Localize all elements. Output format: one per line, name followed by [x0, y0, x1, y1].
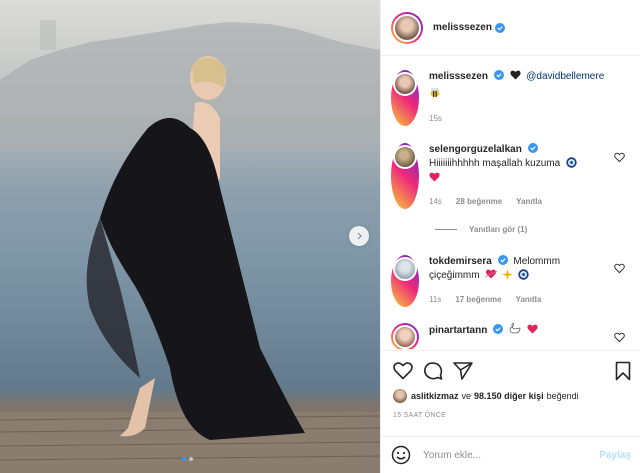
carousel-dot-active: [182, 457, 186, 461]
emoji-smiley-icon[interactable]: [391, 445, 411, 465]
comment-time: 11s: [429, 295, 442, 304]
comment-username[interactable]: pinartartann: [429, 325, 487, 336]
caption: melisssezen @davidbellemere 15s: [391, 70, 604, 126]
comment-like-heart-icon[interactable]: [614, 332, 625, 343]
heart-arrow-emoji-icon: [485, 269, 498, 279]
share-button[interactable]: [451, 359, 475, 383]
heart-icon: [393, 362, 413, 380]
post-comment-button[interactable]: Paylaş: [599, 450, 631, 461]
add-comment-bar: Yorum ekle... Paylaş: [381, 436, 640, 473]
like-button[interactable]: [391, 359, 415, 383]
comments-list[interactable]: melisssezen @davidbellemere 15s selengor…: [381, 57, 640, 349]
likes-suffix: beğendi: [546, 391, 579, 401]
comment-button[interactable]: [421, 359, 445, 383]
carousel-next-button[interactable]: [349, 226, 369, 246]
bookmark-icon: [615, 361, 631, 381]
save-button[interactable]: [611, 359, 635, 383]
comment-time: 14s: [429, 197, 442, 206]
comment-item: tokdemirsera Melommm çiçeğimmm 11s 17 be…: [391, 255, 560, 307]
caption-avatar[interactable]: [391, 70, 419, 126]
woman-in-black-dress: [86, 56, 305, 440]
author-avatar[interactable]: [391, 11, 423, 44]
likes-count[interactable]: 98.150 diğer kişi: [474, 391, 544, 401]
chevron-right-icon: [357, 232, 362, 240]
caption-username[interactable]: melisssezen: [429, 71, 488, 82]
liker-username[interactable]: aslitkizmaz: [411, 391, 459, 401]
paper-plane-icon: [453, 362, 473, 380]
author-username[interactable]: melisssezen: [433, 22, 492, 33]
reply-button[interactable]: Yanıtla: [516, 195, 542, 209]
comment-like-heart-icon[interactable]: [614, 263, 625, 274]
comment-input[interactable]: Yorum ekle...: [423, 450, 599, 461]
comment-avatar[interactable]: [391, 255, 419, 307]
liker-avatar[interactable]: [393, 389, 407, 403]
comment-avatar[interactable]: [391, 143, 419, 209]
sparkle-emoji-icon: [502, 269, 514, 280]
replies-divider: [435, 229, 457, 230]
swan-emoji-icon: [509, 323, 521, 334]
comment-username[interactable]: selengorguzelalkan: [429, 144, 522, 155]
view-replies-label: Yanıtları gör (1): [469, 225, 528, 234]
post-actions: aslitkizmaz ve 98.150 diğer kişi beğendi…: [381, 350, 640, 436]
nazar-emoji-icon: [566, 157, 577, 168]
comment-likes-count[interactable]: 28 beğenme: [456, 195, 502, 209]
reply-button[interactable]: Yanıtla: [516, 293, 542, 307]
post-timestamp[interactable]: 15 SAAT ÖNCE: [393, 412, 446, 419]
post-header: melisssezen: [381, 0, 640, 56]
comment-item: selengorguzelalkan Hiiiiiiihhhhh maşalla…: [391, 143, 577, 209]
red-heart-emoji-icon: [527, 324, 538, 334]
comment-item: pinartartann: [391, 323, 538, 349]
verified-icon: [493, 70, 504, 80]
black-heart-emoji-icon: [509, 70, 521, 80]
nazar-emoji-icon: [518, 269, 529, 280]
caption-mention[interactable]: @davidbellemere: [526, 71, 604, 82]
verified-icon: [497, 255, 508, 265]
verified-icon: [493, 324, 504, 334]
comment-bubble-icon: [424, 362, 443, 380]
likes-joiner: ve: [461, 391, 472, 401]
post-side-panel: melisssezen melisssezen @davidbellemere: [380, 0, 640, 473]
verified-icon: [494, 22, 505, 33]
comment-text: Melommm: [513, 256, 561, 267]
carousel-dot: [189, 457, 193, 461]
carousel-dots: [182, 457, 193, 461]
comment-text-line2: çiçeğimmm: [429, 270, 480, 281]
red-heart-emoji-icon: [429, 172, 577, 187]
caption-time: 15s: [429, 114, 442, 123]
comment-text: Hiiiiiiihhhhh maşallah kuzuma: [429, 158, 561, 169]
bee-emoji-icon: [429, 87, 604, 103]
comment-username[interactable]: tokdemirsera: [429, 256, 492, 267]
comment-like-heart-icon[interactable]: [614, 152, 625, 163]
verified-icon: [527, 143, 538, 153]
likes-summary: aslitkizmaz ve 98.150 diğer kişi beğendi: [393, 389, 579, 403]
post-photo[interactable]: [0, 0, 380, 473]
comment-avatar[interactable]: [391, 323, 419, 349]
view-replies-button[interactable]: Yanıtları gör (1): [435, 225, 527, 234]
comment-likes-count[interactable]: 17 beğenme: [455, 293, 501, 307]
